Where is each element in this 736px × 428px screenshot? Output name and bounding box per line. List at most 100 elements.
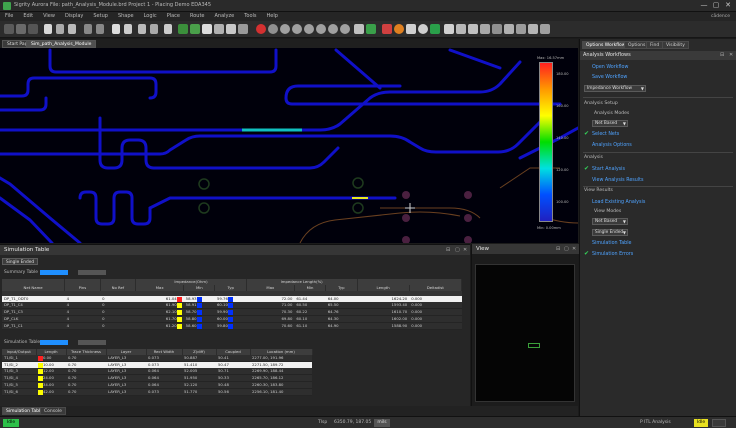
open-workflow-link[interactable]: Open Workflow: [592, 65, 628, 70]
route-icon[interactable]: [190, 24, 200, 34]
menu-analyze[interactable]: Analyze: [210, 12, 240, 21]
copy-icon[interactable]: [56, 24, 64, 34]
table-row[interactable]: DP_T1_C3 4 0 62.10 58.70 59.90 70.30 60.22 64.76…: [2, 308, 462, 316]
undock-icon[interactable]: ▢: [455, 245, 460, 255]
load-existing-analysis-link[interactable]: Load Existing Analysis: [592, 200, 645, 205]
table-row[interactable]: DP_CLK 4 0 61.70 58.80 60.00 69.80 60.10 64.30 16…: [2, 315, 462, 323]
undo-icon[interactable]: [84, 24, 92, 34]
panel-close-icon[interactable]: ✕: [729, 52, 733, 58]
analysis-mode-select[interactable]: Net Based ▼: [592, 120, 628, 127]
zoom-out-icon[interactable]: [292, 24, 302, 34]
refresh-icon[interactable]: [354, 24, 364, 34]
3d-view-icon[interactable]: [366, 24, 376, 34]
tab-console[interactable]: Console: [40, 407, 66, 415]
table-row[interactable]: T1/SI_4 24.00 0.70 LAYER_L3 0.064 51.950 50.33…: [2, 374, 312, 382]
menu-edit[interactable]: Edit: [18, 12, 38, 21]
workflow-select[interactable]: Impedance Workflow ▼: [584, 85, 646, 92]
tools-icon[interactable]: [528, 24, 538, 34]
dehighlight-icon[interactable]: [430, 24, 440, 34]
signal-icon[interactable]: [516, 24, 526, 34]
reports-icon[interactable]: [444, 24, 454, 34]
close-icon[interactable]: ✕: [572, 244, 576, 254]
script-icon[interactable]: [540, 24, 550, 34]
units-indicator[interactable]: mils: [374, 419, 390, 427]
open-file-icon[interactable]: [16, 24, 26, 34]
simulation-errors-link[interactable]: Simulation Errors: [592, 252, 633, 257]
save-workflow-link[interactable]: Save Workflow: [592, 75, 627, 80]
tab-visibility[interactable]: Visibility: [662, 41, 689, 49]
summary-filter-button[interactable]: [78, 270, 106, 275]
new-file-icon[interactable]: [4, 24, 14, 34]
menu-file[interactable]: File: [0, 12, 18, 21]
redo-icon[interactable]: [96, 24, 104, 34]
show-element-icon[interactable]: [456, 24, 466, 34]
view-preview[interactable]: [475, 264, 575, 402]
table-row[interactable]: T1/SI_3 12.00 0.70 LAYER_L3 0.064 52.005 50.71…: [2, 368, 312, 375]
close-icon[interactable]: ✕: [463, 245, 467, 255]
menu-route[interactable]: Route: [185, 12, 210, 21]
menu-help[interactable]: Help: [262, 12, 283, 21]
measure-icon[interactable]: [150, 24, 158, 34]
close-icon[interactable]: ✕: [722, 1, 734, 10]
select-nets-link[interactable]: Select Nets: [592, 132, 619, 137]
tab-options-workflow[interactable]: Options Workflow: [582, 41, 630, 49]
panel-pin-icon[interactable]: ⊟: [720, 52, 724, 58]
menu-display[interactable]: Display: [60, 12, 88, 21]
zoom-fit-icon[interactable]: [268, 24, 278, 34]
notification-icon[interactable]: [712, 419, 726, 427]
simulation-filter-button[interactable]: [78, 340, 106, 345]
view-analysis-results-link[interactable]: View Analysis Results: [592, 178, 644, 183]
constraint-icon[interactable]: [492, 24, 502, 34]
grid-icon[interactable]: [164, 24, 172, 34]
minimize-icon[interactable]: —: [698, 1, 710, 10]
team-icon[interactable]: [504, 24, 514, 34]
menu-place[interactable]: Place: [162, 12, 185, 21]
pin-icon[interactable]: [112, 24, 120, 34]
design-canvas[interactable]: Max: 16.57mm 180.00 160.00 140.00 120.00…: [0, 48, 578, 243]
layer-icon[interactable]: [406, 24, 416, 34]
zoom-in-icon[interactable]: [280, 24, 290, 34]
view-type-select[interactable]: Single Ended ▼: [592, 229, 628, 236]
highlight-icon[interactable]: [418, 24, 428, 34]
menu-tools[interactable]: Tools: [239, 12, 261, 21]
tab-find[interactable]: Find: [646, 41, 664, 49]
save-icon[interactable]: [28, 24, 38, 34]
visibility-icon[interactable]: [394, 24, 404, 34]
assign-color-icon[interactable]: [468, 24, 478, 34]
text-icon[interactable]: [226, 24, 236, 34]
shape-icon[interactable]: [214, 24, 224, 34]
cross-section-icon[interactable]: [480, 24, 490, 34]
table-row[interactable]: T1/SI_6 42.00 0.70 LAYER_L3 0.073 51.770 50.56…: [2, 388, 312, 396]
maximize-icon[interactable]: ▢: [710, 1, 722, 10]
properties-icon[interactable]: [124, 24, 132, 34]
pin-icon[interactable]: ⊟: [556, 244, 560, 254]
zoom-window-icon[interactable]: [304, 24, 314, 34]
start-analysis-link[interactable]: Start Analysis: [592, 167, 625, 172]
table-row[interactable]: T1/SI_5 34.00 0.70 LAYER_L3 0.064 52.120 50.48…: [2, 381, 312, 389]
zoom-previous-icon[interactable]: [316, 24, 326, 34]
slide-icon[interactable]: [202, 24, 212, 34]
drc-icon[interactable]: [256, 24, 266, 34]
zoom-world-icon[interactable]: [328, 24, 338, 34]
menu-view[interactable]: View: [38, 12, 60, 21]
pcb-traces[interactable]: [0, 48, 578, 243]
menu-logic[interactable]: Logic: [139, 12, 162, 21]
menu-setup[interactable]: Setup: [88, 12, 113, 21]
view-mode-select[interactable]: Net Based ▼: [592, 218, 628, 225]
edit-icon[interactable]: [138, 24, 146, 34]
analysis-options-link[interactable]: Analysis Options: [592, 143, 632, 148]
via-icon[interactable]: [238, 24, 248, 34]
simulation-table-link[interactable]: Simulation Table: [592, 241, 631, 246]
color-icon[interactable]: [382, 24, 392, 34]
undock-icon[interactable]: ▢: [564, 244, 569, 254]
move-icon[interactable]: [44, 24, 52, 34]
pin-icon[interactable]: ⊟: [446, 245, 450, 255]
zoom-center-icon[interactable]: [340, 24, 350, 34]
table-row[interactable]: T1/SI_1 0.00 0.70 LAYER_L3 0.073 50.887 50.41 2…: [2, 355, 312, 362]
table-row[interactable]: DP_T1_C1 4 0 61.20 58.60 59.80 70.60 61.10 64.90…: [2, 322, 462, 330]
tab-single-ended[interactable]: Single Ended: [2, 258, 39, 265]
add-connect-icon[interactable]: [178, 24, 188, 34]
menu-shape[interactable]: Shape: [113, 12, 139, 21]
tab-design[interactable]: Sim_path_Analysis_Module: [26, 40, 97, 48]
delete-icon[interactable]: [68, 24, 76, 34]
